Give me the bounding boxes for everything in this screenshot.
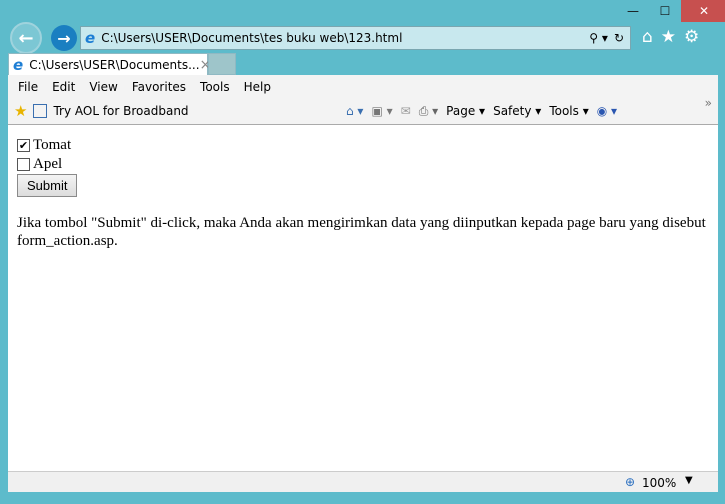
tab-active[interactable]: e C:\Users\USER\Documents... × <box>8 53 211 75</box>
help-icon[interactable]: ◉ ▾ <box>597 104 617 118</box>
menu-help[interactable]: Help <box>244 80 271 94</box>
checkbox-checked[interactable]: ✔ <box>17 139 30 152</box>
checkbox-label: Apel <box>33 156 63 172</box>
menu-view[interactable]: View <box>89 80 117 94</box>
window-controls: — ☐ ✕ <box>617 0 725 22</box>
search-icon[interactable]: ⚲ ▾ <box>589 31 608 45</box>
menu-file[interactable]: File <box>18 80 38 94</box>
print-icon[interactable]: ⎙ ▾ <box>419 104 438 119</box>
checkbox-tomat[interactable]: ✔ Tomat <box>17 136 709 155</box>
home-icon[interactable]: ⌂ <box>642 27 653 47</box>
close-button[interactable]: ✕ <box>681 0 725 22</box>
toolbar-area: File Edit View Favorites Tools Help ★ Tr… <box>8 75 718 125</box>
feeds-icon[interactable]: ▣ ▾ <box>371 104 392 118</box>
menu-tools[interactable]: Tools <box>200 80 230 94</box>
page-content: ✔ Tomat Apel Submit Jika tombol "Submit" … <box>8 125 718 471</box>
menu-bar: File Edit View Favorites Tools Help <box>8 75 718 98</box>
favorites-star-icon[interactable]: ★ <box>661 27 676 47</box>
safety-menu[interactable]: Safety ▾ <box>493 104 541 118</box>
maximize-button[interactable]: ☐ <box>649 0 681 22</box>
add-favorite-icon[interactable]: ★ <box>14 102 27 120</box>
mail-icon[interactable]: ✉ <box>401 104 411 118</box>
new-tab-button[interactable] <box>208 53 236 75</box>
tab-title: C:\Users\USER\Documents... <box>29 57 200 72</box>
home-menu-icon[interactable]: ⌂ ▾ <box>346 104 363 118</box>
zoom-level[interactable]: 100% <box>642 476 676 490</box>
forward-button[interactable]: → <box>51 25 77 51</box>
description-text: Jika tombol "Submit" di-click, maka Anda… <box>17 215 706 249</box>
status-bar: ⊕ 100% ▼ <box>8 471 718 492</box>
page-menu[interactable]: Page ▾ <box>446 104 485 118</box>
back-button[interactable]: ← <box>10 22 42 54</box>
settings-gear-icon[interactable]: ⚙ <box>684 27 699 47</box>
ie-page-icon: e <box>85 29 96 47</box>
zoom-icon[interactable]: ⊕ <box>625 475 635 489</box>
chevron-more-icon[interactable]: » <box>705 96 712 110</box>
refresh-icon[interactable]: ↻ <box>614 31 624 45</box>
checkbox-unchecked[interactable] <box>17 158 30 171</box>
ie-tab-icon: e <box>13 55 24 74</box>
menu-favorites[interactable]: Favorites <box>132 80 186 94</box>
submit-button[interactable]: Submit <box>17 174 78 197</box>
favorites-bar-link[interactable]: Try AOL for Broadband <box>53 104 188 118</box>
address-bar[interactable]: e C:\Users\USER\Documents\tes buku web\1… <box>80 26 631 50</box>
minimize-button[interactable]: — <box>617 0 649 22</box>
menu-edit[interactable]: Edit <box>52 80 75 94</box>
checkbox-apel[interactable]: Apel <box>17 155 709 174</box>
zoom-dropdown-icon[interactable]: ▼ <box>685 475 693 486</box>
address-input[interactable]: C:\Users\USER\Documents\tes buku web\123… <box>101 31 589 45</box>
aol-icon <box>33 104 48 118</box>
checkbox-label: Tomat <box>33 137 72 153</box>
tools-menu[interactable]: Tools ▾ <box>549 104 588 118</box>
command-bar: ★ Try AOL for Broadband ⌂ ▾ ▣ ▾ ✉ ⎙ ▾ Pa… <box>8 96 718 124</box>
